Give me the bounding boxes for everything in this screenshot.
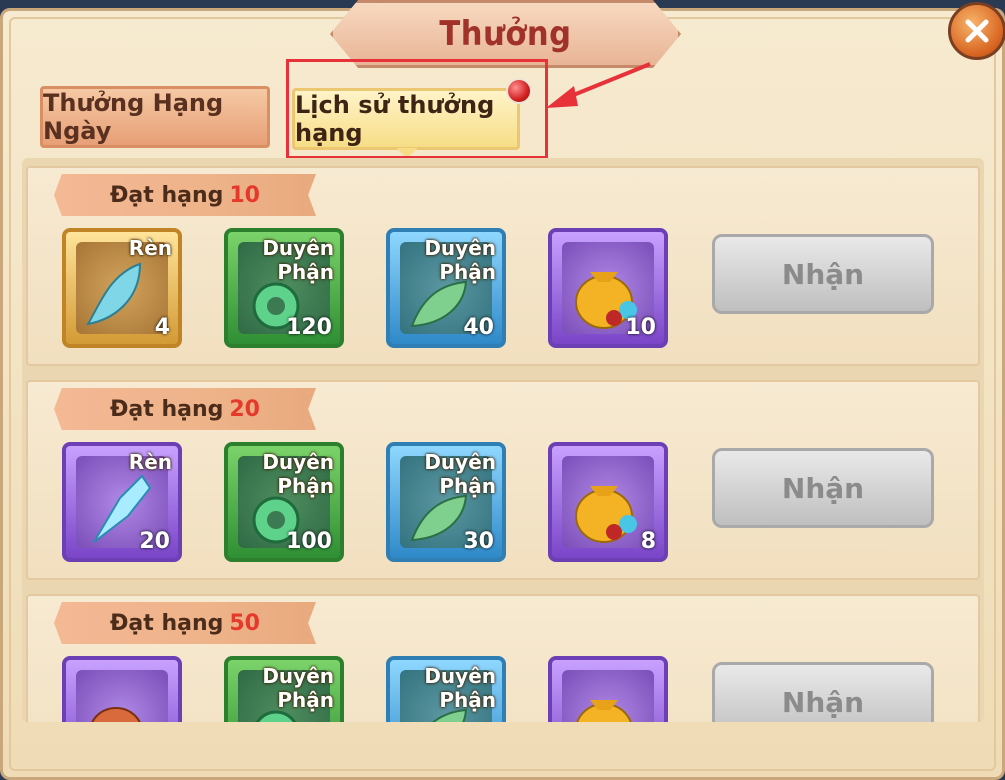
rank-label: Đạt hạng	[110, 182, 224, 208]
reward-item[interactable]: Rèn 4	[62, 228, 182, 348]
item-label: Rèn	[128, 236, 172, 260]
rank-ribbon: Đạt hạng 20	[54, 388, 316, 430]
item-qty: 40	[463, 315, 494, 340]
reward-item[interactable]: 8	[548, 442, 668, 562]
item-label: Duyên Phận	[262, 450, 334, 498]
reward-item[interactable]: 10	[548, 228, 668, 348]
item-qty: 8	[640, 529, 656, 554]
crescent-gem-icon	[86, 262, 142, 326]
rank-label: Đạt hạng	[110, 610, 224, 636]
rank-reward-card: Đạt hạng 20 Rèn 20 Duyên Phận 100 Duyên …	[26, 380, 980, 580]
item-label: Duyên Phận	[262, 236, 334, 284]
item-label: Duyên Phận	[424, 236, 496, 284]
reward-item[interactable]	[62, 656, 182, 722]
annotation-highlight-box	[286, 59, 548, 159]
rank-label: Đạt hạng	[110, 396, 224, 422]
claim-button[interactable]: Nhận	[712, 662, 934, 722]
item-label: Rèn	[128, 450, 172, 474]
rank-reward-card: Đạt hạng 50 Duyên Phận Duyên Phận Nhận	[26, 594, 980, 722]
tab-daily-rank-reward[interactable]: Thưởng Hạng Ngày	[40, 86, 270, 148]
item-qty: 120	[286, 315, 332, 340]
rank-value: 20	[229, 396, 260, 422]
gold-pouch-icon	[576, 700, 632, 722]
item-label: Duyên Phận	[262, 664, 334, 712]
close-icon	[965, 19, 989, 43]
reward-item[interactable]: Duyên Phận	[224, 656, 344, 722]
item-qty: 100	[286, 529, 332, 554]
item-label: Duyên Phận	[424, 450, 496, 498]
rank-ribbon: Đạt hạng 50	[54, 602, 316, 644]
reward-item[interactable]: Rèn 20	[62, 442, 182, 562]
rank-value: 50	[229, 610, 260, 636]
reward-item[interactable]: Duyên Phận 30	[386, 442, 506, 562]
reward-item[interactable]: Duyên Phận 120	[224, 228, 344, 348]
close-button[interactable]	[948, 2, 1005, 60]
window-title: Thưởng	[439, 14, 572, 54]
reward-item[interactable]: Duyên Phận 100	[224, 442, 344, 562]
item-qty: 30	[463, 529, 494, 554]
rank-ribbon: Đạt hạng 10	[54, 174, 316, 216]
treasure-pouch-icon	[91, 707, 141, 722]
annotation-arrow-icon	[546, 62, 651, 108]
title-plate: Thưởng	[330, 0, 681, 68]
reward-item[interactable]: Duyên Phận 40	[386, 228, 506, 348]
claim-button[interactable]: Nhận	[712, 234, 934, 314]
claim-button[interactable]: Nhận	[712, 448, 934, 528]
reward-item[interactable]	[548, 656, 668, 722]
rank-value: 10	[229, 182, 260, 208]
item-qty: 10	[625, 315, 656, 340]
rank-reward-card: Đạt hạng 10 Rèn 4 Duyên Phận 120 Duyên P…	[26, 166, 980, 366]
reward-list[interactable]: Đạt hạng 10 Rèn 4 Duyên Phận 120 Duyên P…	[22, 158, 984, 722]
item-qty: 4	[154, 315, 170, 340]
item-label: Duyên Phận	[424, 664, 496, 712]
gold-pouch-icon	[575, 486, 637, 543]
item-qty: 20	[139, 529, 170, 554]
reward-item[interactable]: Duyên Phận	[386, 656, 506, 722]
tab-label: Thưởng Hạng Ngày	[43, 89, 224, 145]
